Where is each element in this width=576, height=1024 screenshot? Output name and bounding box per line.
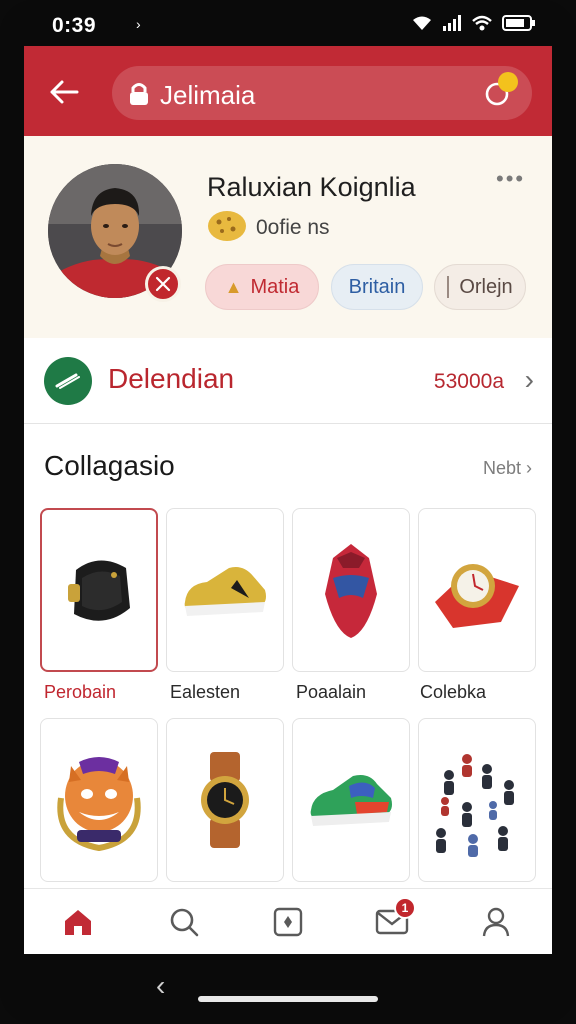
figurines-icon [436, 754, 514, 857]
delivery-row[interactable]: Delendian 53000a › [24, 338, 552, 424]
chip-matia[interactable]: ▲ Matia [205, 264, 319, 310]
status-bar: 0:39 › [24, 0, 552, 48]
swords-icon [155, 276, 171, 292]
nav-messages[interactable]: 1 [368, 897, 416, 945]
back-button[interactable] [44, 72, 84, 112]
search-bar[interactable]: Jelimaia [112, 66, 532, 120]
delivery-label: Delendian [108, 363, 235, 394]
collection-more-link[interactable]: Nebt › [483, 458, 532, 479]
status-arrow: › [136, 16, 141, 32]
collection-item-perobain[interactable] [40, 508, 158, 672]
divider [447, 276, 450, 298]
chip-label: Matia [250, 275, 300, 298]
cookie-icon [207, 210, 247, 242]
arrow-left-icon [50, 80, 79, 104]
collection-item-ealesten[interactable] [166, 508, 284, 672]
chevron-right-icon: › [524, 364, 534, 395]
collection-item-poaalain[interactable] [292, 508, 410, 672]
collection-item-label: Poaalain [296, 682, 367, 702]
scooter-icon [44, 357, 92, 405]
chip-label: Britain [348, 275, 406, 298]
chip-label: Orlejn [459, 275, 513, 298]
bag-button[interactable] [484, 72, 518, 106]
phone-frame: 0:39 › Jelimaia Raluxian Koignlia ••• 0o… [0, 0, 576, 1024]
chip-orlejn[interactable]: Orlejn [434, 264, 526, 310]
nav-home[interactable] [54, 899, 102, 945]
profile-name: Raluxian Koignlia [207, 172, 416, 202]
watch-band-icon [68, 560, 130, 621]
person-icon [482, 907, 510, 937]
delivery-value: 53000a [433, 370, 504, 393]
status-time: 0:39 [52, 14, 97, 37]
mask-icon [325, 544, 377, 638]
person-icon: ▲ [224, 276, 243, 297]
wifi-strength-icon [471, 14, 493, 37]
system-back-button[interactable]: ‹ [156, 970, 165, 1002]
gold-sneaker-icon [184, 567, 266, 616]
app-screen: Jelimaia Raluxian Koignlia ••• 0ofie ns … [24, 46, 552, 954]
app-header: Jelimaia [24, 46, 552, 136]
tiger-mascot-icon [57, 757, 141, 852]
search-icon [170, 908, 199, 937]
chip-britain[interactable]: Britain [331, 264, 423, 310]
status-icons [411, 14, 536, 37]
wifi-icon [411, 14, 433, 37]
nav-profile[interactable] [472, 899, 520, 945]
battery-icon [502, 14, 536, 37]
bag-badge [498, 72, 518, 92]
collection-item-label: Perobain [44, 682, 117, 702]
collection-item-tiger[interactable] [40, 718, 158, 882]
nav-create[interactable] [264, 899, 312, 945]
nav-search[interactable] [160, 899, 208, 945]
more-options-button[interactable]: ••• [496, 166, 525, 192]
profile-subtitle: 0ofie ns [256, 216, 330, 239]
lock-icon [128, 81, 150, 112]
search-text: Jelimaia [160, 80, 256, 110]
home-icon [65, 910, 91, 935]
collection-item-sneaker[interactable] [292, 718, 410, 882]
plus-square-icon [273, 907, 303, 937]
collection-item-label: Ealesten [170, 682, 241, 702]
collection-item-wristwatch[interactable] [166, 718, 284, 882]
sneaker-icon [310, 775, 392, 826]
signal-icon [442, 14, 462, 37]
collection-section: Collagasio Nebt › Perobain Ealesten Poaa… [24, 424, 552, 908]
bottom-nav: 1 [24, 888, 552, 954]
watch-icon [435, 564, 519, 628]
avatar-badge [145, 266, 181, 302]
mail-badge: 1 [394, 897, 416, 919]
collection-item-colebka[interactable] [418, 508, 536, 672]
collection-item-label: Colebka [420, 682, 487, 702]
wristwatch-icon [201, 752, 249, 848]
collection-more-label: Nebt [482, 458, 521, 478]
home-indicator[interactable] [198, 996, 378, 1002]
collection-title: Collagasio [44, 450, 175, 481]
collection-item-figurines[interactable] [418, 718, 536, 882]
